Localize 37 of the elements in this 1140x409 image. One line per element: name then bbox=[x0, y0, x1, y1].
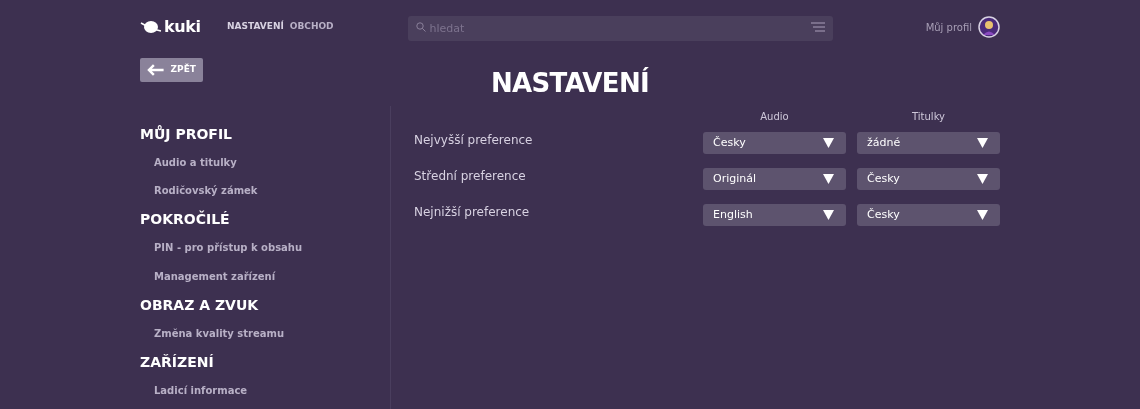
page-title: NASTAVENÍ bbox=[490, 66, 650, 100]
planet-icon bbox=[140, 20, 162, 34]
caret-icon bbox=[977, 174, 988, 184]
preference-label: Střední preference bbox=[414, 168, 527, 185]
section-heading: ZAŘÍZENÍ bbox=[140, 352, 215, 372]
back-button[interactable]: ZPĚT bbox=[140, 58, 203, 82]
sidebar-item[interactable]: Audio a titulky bbox=[140, 148, 237, 177]
caret-icon bbox=[823, 138, 834, 148]
column-header: Audio bbox=[760, 110, 789, 124]
section-heading: OBRAZ A ZVUK bbox=[140, 295, 260, 315]
column-header: Titulky bbox=[912, 110, 945, 124]
sidebar-item[interactable]: Ladicí informace bbox=[140, 376, 248, 405]
dropdown[interactable]: Česky bbox=[857, 204, 1000, 226]
caret-icon bbox=[977, 138, 988, 148]
nav-link[interactable]: OBCHOD bbox=[289, 20, 334, 34]
sidebar-item[interactable]: Management zařízení bbox=[140, 262, 276, 291]
dropdown[interactable]: žádné bbox=[857, 132, 1000, 154]
nav-link[interactable]: NASTAVENÍ bbox=[227, 20, 284, 34]
sidebar-item[interactable]: Rodičovský zámek bbox=[140, 177, 258, 206]
dropdown[interactable]: Česky bbox=[857, 168, 1000, 190]
caret-icon bbox=[823, 174, 834, 184]
section-heading: POKROČILÉ bbox=[140, 209, 231, 230]
logo-text: kuki bbox=[164, 19, 201, 35]
dropdown[interactable]: English bbox=[703, 204, 846, 226]
sidebar-item[interactable]: Změna kvality streamu bbox=[140, 319, 285, 348]
profile-link[interactable]: Můj profil bbox=[925, 19, 972, 35]
search-icon bbox=[415, 21, 426, 32]
preference-label: Nejnižší preference bbox=[414, 204, 531, 221]
arrow-left-icon bbox=[147, 64, 165, 76]
preference-label: Nejvyšší preference bbox=[414, 132, 534, 149]
sidebar-item[interactable]: PIN - pro přístup k obsahu bbox=[140, 234, 303, 263]
dropdown[interactable]: Česky bbox=[703, 132, 846, 154]
section-heading: MŮJ PROFIL bbox=[140, 124, 234, 144]
dropdown[interactable]: Originál bbox=[703, 168, 846, 190]
caret-icon bbox=[977, 210, 988, 220]
avatar-icon[interactable] bbox=[978, 16, 1000, 38]
caret-icon bbox=[823, 210, 834, 220]
